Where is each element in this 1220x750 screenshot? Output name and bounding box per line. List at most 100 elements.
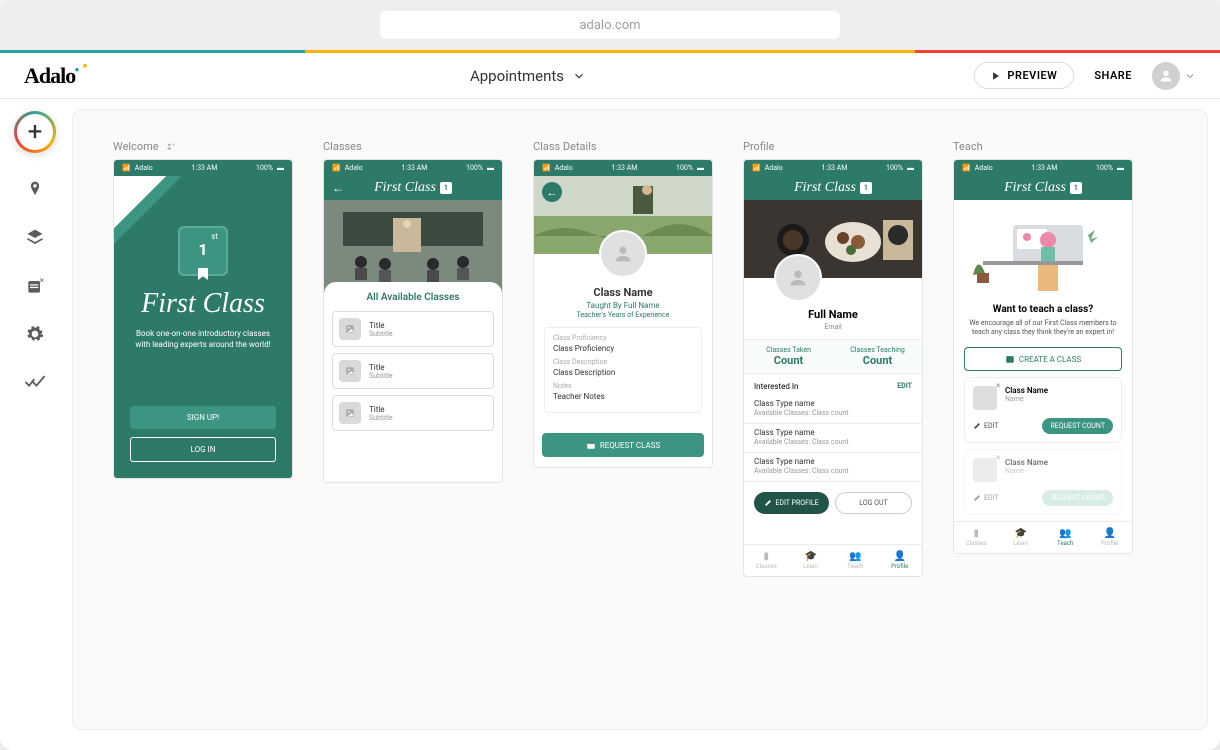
taught-by: Taught By Full Name (544, 301, 702, 310)
branding-icon[interactable] (24, 179, 46, 201)
svg-text:✕: ✕ (39, 277, 45, 285)
tab-profile[interactable]: 👤Profile (878, 545, 923, 576)
add-button[interactable]: + (14, 111, 56, 153)
tab-classes[interactable]: ▮Classes (744, 545, 789, 576)
tab-learn[interactable]: 🎓Learn (999, 522, 1044, 553)
teach-card[interactable]: Class NameName EDIT REQUEST COUNT (964, 377, 1122, 443)
screen-label: Class Details (533, 140, 597, 153)
teach-subtitle: We encourage all of our First Class memb… (954, 315, 1132, 341)
tab-bar: ▮Classes 🎓Learn 👥Teach 👤Profile (954, 521, 1132, 553)
back-icon[interactable]: ← (332, 181, 344, 195)
app-icon: 1st (178, 226, 228, 276)
login-button[interactable]: LOG IN (130, 437, 276, 462)
share-button[interactable]: SHARE (1094, 69, 1132, 82)
brand-text: First Class (1004, 180, 1066, 196)
screen-label: Teach (953, 140, 983, 153)
account-menu[interactable] (1152, 62, 1196, 90)
tab-teach[interactable]: 👥Teach (1043, 522, 1088, 553)
thumbnail-icon (339, 402, 361, 424)
request-count-button[interactable]: REQUEST COUNT (1042, 418, 1113, 434)
teach-card[interactable]: Class NameName EDIT REQUEST COUNT (964, 449, 1122, 515)
list-item[interactable]: TitleSubtitle (332, 311, 494, 347)
tab-profile[interactable]: 👤Profile (1088, 522, 1133, 553)
screen-label: Classes (323, 140, 362, 153)
brand-text: First Class (794, 180, 856, 196)
illustration (954, 200, 1132, 300)
years-experience: Teacher's Years of Experience (544, 311, 702, 319)
status-bar: 📶Adalo 1:33 AM 100%▬ (954, 160, 1132, 176)
tab-bar: ▮Classes 🎓Learn 👥Teach 👤Profile (744, 544, 922, 576)
adalo-logo: Adalo (24, 63, 82, 89)
class-name: Class Name (544, 286, 702, 299)
app-bar: Adalo Appointments PREVIEW SHARE (0, 53, 1220, 99)
play-icon (991, 71, 1001, 81)
publish-icon[interactable] (24, 371, 46, 393)
preview-button[interactable]: PREVIEW (974, 62, 1074, 89)
screen-classes[interactable]: 📶Adalo 1:33 AM 100%▬ ← First Class1 (323, 159, 503, 483)
pencil-icon (973, 494, 981, 502)
profile-avatar (774, 254, 822, 302)
detail-card: Class Proficiency Class Proficiency Clas… (544, 327, 702, 413)
screen-teach[interactable]: 📶Adalo 1:33 AM 100%▬ First Class1 (953, 159, 1133, 554)
edit-interests-button[interactable]: EDIT (897, 382, 912, 391)
welcome-title: First Class (141, 288, 265, 320)
signup-button[interactable]: SIGN UP! (130, 406, 276, 429)
list-item[interactable]: TitleSubtitle (332, 353, 494, 389)
thumbnail-icon (339, 318, 361, 340)
screen-label: Profile (743, 140, 774, 153)
back-icon[interactable]: ← (542, 182, 562, 202)
panel-title: All Available Classes (332, 292, 494, 303)
screen-profile[interactable]: 📶Adalo 1:33 AM 100%▬ First Class1 (743, 159, 923, 577)
url-bar[interactable]: adalo.com (380, 11, 840, 39)
thumbnail-icon (339, 360, 361, 382)
edit-profile-button[interactable]: EDIT PROFILE (754, 492, 829, 514)
edit-class-button[interactable]: EDIT (973, 422, 999, 430)
screens-icon[interactable] (24, 227, 46, 249)
status-bar: 📶Adalo 1:33 AM 100%▬ (744, 160, 922, 176)
screen-class-details[interactable]: 📶Adalo 1:33 AM 100%▬ (533, 159, 713, 468)
chevron-down-icon (1184, 70, 1196, 82)
pencil-icon (764, 499, 772, 507)
list-item[interactable]: TitleSubtitle (332, 395, 494, 431)
teach-heading: Want to teach a class? (954, 304, 1132, 315)
settings-icon[interactable] (24, 323, 46, 345)
project-selector[interactable]: Appointments (470, 67, 586, 85)
tab-teach[interactable]: 👥Teach (833, 545, 878, 576)
avatar-icon (1152, 62, 1180, 90)
database-icon[interactable]: ✕ (24, 275, 46, 297)
thumbnail-icon (973, 386, 997, 410)
create-class-button[interactable]: CREATE A CLASS (964, 347, 1122, 371)
app-header: ← First Class1 (324, 176, 502, 200)
home-indicator-icon (165, 142, 177, 152)
logout-button[interactable]: LOG OUT (835, 492, 912, 514)
app-header: First Class1 (954, 176, 1132, 200)
app-header: First Class1 (744, 176, 922, 200)
screen-welcome[interactable]: 📶Adalo 1:33 AM 100%▬ 1st First Class Boo… (113, 159, 293, 479)
interested-heading: Interested In (754, 382, 798, 391)
tab-classes[interactable]: ▮Classes (954, 522, 999, 553)
pencil-icon (973, 422, 981, 430)
stat-taken: Classes Taken Count (744, 340, 833, 373)
request-class-button[interactable]: REQUEST CLASS (542, 433, 704, 457)
hero-image (324, 200, 502, 294)
stat-teaching: Classes Teaching Count (833, 340, 922, 373)
profile-email: Email (744, 323, 922, 331)
interest-row[interactable]: Class Type name Available Classes: Class… (744, 453, 922, 482)
status-bar: 📶Adalo 1:33 AM 100%▬ (114, 160, 292, 176)
canvas[interactable]: Welcome 📶Adalo 1:33 AM 100%▬ 1st (72, 109, 1208, 730)
project-name: Appointments (470, 67, 564, 85)
screen-label: Welcome (113, 140, 159, 153)
calendar-icon (586, 440, 596, 450)
interest-row[interactable]: Class Type name Available Classes: Class… (744, 424, 922, 453)
edit-class-button[interactable]: EDIT (973, 494, 999, 502)
browser-chrome: adalo.com (0, 0, 1220, 50)
status-bar: 📶Adalo 1:33 AM 100%▬ (534, 160, 712, 176)
brand-text: First Class (374, 180, 436, 196)
interest-row[interactable]: Class Type name Available Classes: Class… (744, 395, 922, 424)
thumbnail-icon (973, 458, 997, 482)
calendar-icon (1005, 354, 1015, 364)
chevron-down-icon (572, 69, 586, 83)
tab-learn[interactable]: 🎓Learn (789, 545, 834, 576)
hero-image: ← (534, 176, 712, 254)
request-count-button[interactable]: REQUEST COUNT (1042, 490, 1113, 506)
